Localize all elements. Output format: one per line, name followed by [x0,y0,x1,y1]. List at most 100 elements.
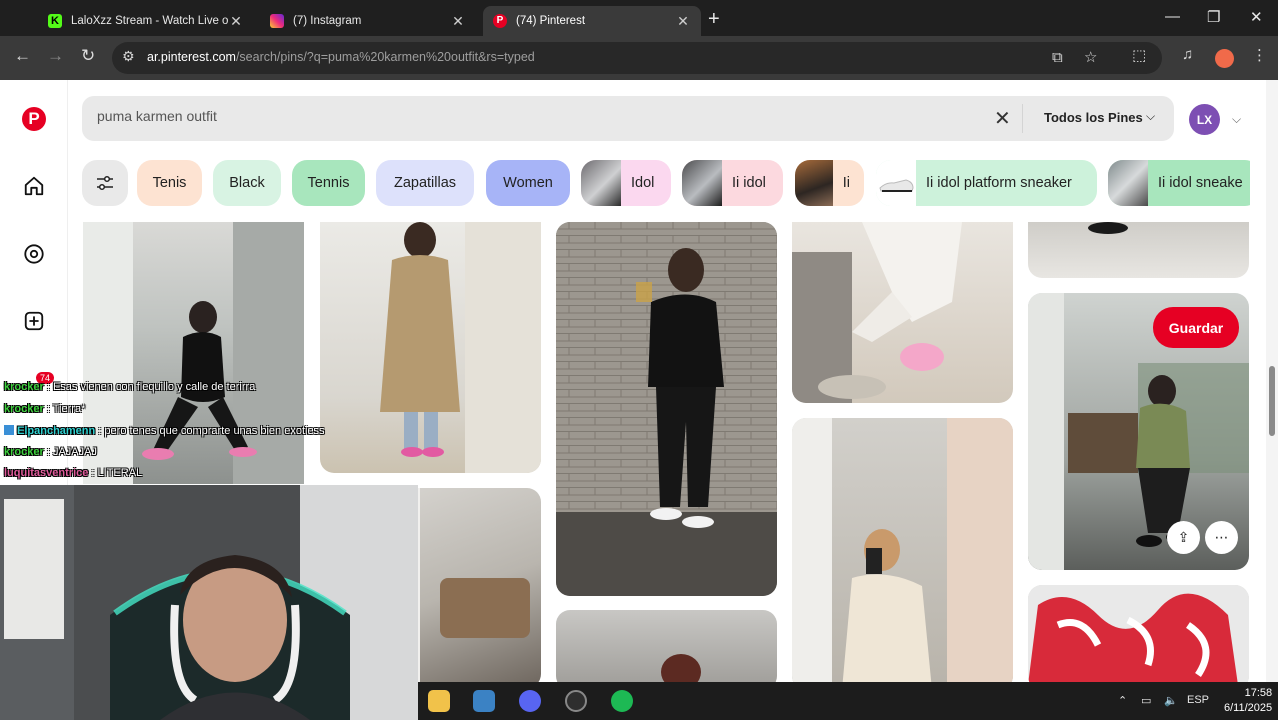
close-tab-icon[interactable]: ✕ [228,13,244,30]
chip-thumbnail [581,160,621,206]
app-icon[interactable] [473,690,495,712]
share-icon[interactable]: ⇪ [1167,521,1200,554]
chip-thumbnail [876,160,916,206]
chip-ii-idol-platform-sneaker[interactable]: Ii idol platform sneaker [876,160,1097,206]
spotify-icon[interactable] [611,690,633,712]
close-window-icon[interactable]: ✕ [1250,8,1263,26]
windows-taskbar: ⌃ ▭ 🔈 ESP 17:58 6/11/2025 [418,682,1278,720]
user-avatar[interactable]: LX [1189,104,1220,135]
chip-thumbnail [682,160,722,206]
restore-icon[interactable]: ❐ [1207,8,1220,26]
chevron-down-icon[interactable]: ⌵ [1146,109,1155,124]
chip-label: Ii idol sneake [1158,175,1243,191]
search-input[interactable] [97,108,977,124]
forward-icon[interactable]: → [47,46,64,66]
scrollbar-thumb[interactable] [1269,366,1275,436]
chip-black[interactable]: Black [213,160,281,206]
url-bar[interactable]: ⚙ ar.pinterest.com/search/pins/?q=puma%2… [112,42,1162,74]
browser-tab-strip: K LaloXzz Stream - Watch Live on ✕ (7) I… [0,0,1278,36]
chat-text: JAJAJAJ [52,446,97,458]
close-tab-icon[interactable]: ✕ [450,13,466,30]
chip-zapatillas[interactable]: Zapatillas [376,160,474,206]
bookmark-star-icon[interactable]: ☆ [1084,48,1097,66]
network-icon[interactable]: ▭ [1141,694,1151,707]
home-icon[interactable] [21,173,47,199]
chat-message: Elpanchamenn : pero tenes que comprarte … [4,425,325,437]
pin-image[interactable] [1028,585,1249,682]
instagram-favicon-icon [270,14,284,28]
filter-settings-chip[interactable] [82,160,128,206]
pin-image[interactable] [320,222,541,473]
chat-text: pero tenes que comprarte unas bien exoti… [104,425,325,437]
pin-image[interactable] [792,418,1013,682]
reload-icon[interactable]: ↻ [81,46,95,66]
url-text[interactable]: ar.pinterest.com/search/pins/?q=puma%20k… [147,50,535,64]
chip-thumbnail [1108,160,1148,206]
search-guide-chips: Tenis Black Tennis Zapatillas Women Idol… [82,160,1250,208]
minimize-icon[interactable]: — [1165,8,1180,25]
tab-title: (7) Instagram [293,15,362,27]
pin-image[interactable] [556,222,777,596]
back-icon[interactable]: ← [14,46,31,66]
create-plus-icon[interactable] [21,308,47,334]
search-bar: ✕ Todos los Pines ⌵ [82,96,1174,141]
explore-compass-icon[interactable] [21,241,47,267]
tray-chevron-up-icon[interactable]: ⌃ [1118,694,1127,707]
site-info-icon[interactable]: ⚙ [122,48,135,65]
install-app-icon[interactable]: ⧉ [1052,49,1063,66]
chip-ii-idol-sneaker[interactable]: Ii idol sneake [1108,160,1250,206]
chip-idol[interactable]: Idol [581,160,671,206]
clear-search-icon[interactable]: ✕ [994,106,1011,131]
chat-message: krocker : Esas vienen con flequillo y ca… [4,381,256,393]
chip-tennis[interactable]: Tennis [292,160,365,206]
chip-thumbnail [795,160,833,206]
pin-filter-dropdown[interactable]: Todos los Pines [1044,110,1143,125]
chip-ii[interactable]: Ii [795,160,864,206]
chat-text: Tierra* [52,403,86,415]
page-scrollbar[interactable] [1266,80,1278,682]
address-toolbar: ← → ↻ ⚙ ar.pinterest.com/search/pins/?q=… [0,36,1278,80]
new-tab-icon[interactable]: + [708,8,720,31]
pin-image[interactable] [1028,222,1249,278]
tab-title: (74) Pinterest [516,15,586,27]
clock-time: 17:58 [1244,687,1273,699]
tab-instagram[interactable]: (7) Instagram ✕ [260,6,476,36]
file-explorer-icon[interactable] [428,690,450,712]
chip-ii-idol[interactable]: Ii idol [682,160,783,206]
webcam-image [0,485,418,720]
webcam-overlay [0,485,418,720]
chip-label: Ii [842,175,850,191]
chip-women[interactable]: Women [486,160,570,206]
chat-message: krocker : Tierra* [4,403,86,415]
extensions-icon[interactable]: ⬚ [1132,46,1146,64]
discord-icon[interactable] [519,690,541,712]
menu-kebab-icon[interactable]: ⋮ [1252,46,1267,64]
sliders-icon [97,175,113,191]
pin-image[interactable] [556,610,777,682]
pinterest-logo-icon[interactable]: P [21,106,47,132]
volume-icon[interactable]: 🔈 [1164,694,1178,707]
chat-username: Elpanchamenn [17,425,96,437]
chip-label: Ii idol [732,175,766,191]
profile-avatar-icon[interactable] [1215,49,1234,68]
chat-username: krocker [4,446,44,458]
account-chevron-icon[interactable]: ⌵ [1232,112,1241,127]
chat-username: krocker [4,381,44,393]
media-controls-icon[interactable]: ♫ [1182,46,1193,63]
chip-tenis[interactable]: Tenis [137,160,202,206]
chat-username: luquitasventrice [4,467,89,479]
pin-image[interactable] [792,222,1013,403]
language-indicator[interactable]: ESP [1187,694,1209,706]
save-pin-button[interactable]: Guardar [1153,307,1239,348]
close-tab-icon[interactable]: ✕ [675,13,691,30]
chat-text: LITERAL [97,467,143,479]
tab-pinterest[interactable]: P (74) Pinterest ✕ [483,6,701,36]
obs-icon[interactable] [565,690,587,712]
chat-message: luquitasventrice : LITERAL [4,467,143,479]
pinterest-favicon-icon: P [493,14,507,28]
chip-label: Ii idol platform sneaker [926,175,1072,191]
more-options-icon[interactable]: ⋯ [1205,521,1238,554]
tab-kick-stream[interactable]: K LaloXzz Stream - Watch Live on ✕ [38,6,254,36]
chat-text: Esas vienen con flequillo y calle de ter… [52,381,256,393]
system-clock[interactable]: 17:58 6/11/2025 [1224,686,1272,716]
